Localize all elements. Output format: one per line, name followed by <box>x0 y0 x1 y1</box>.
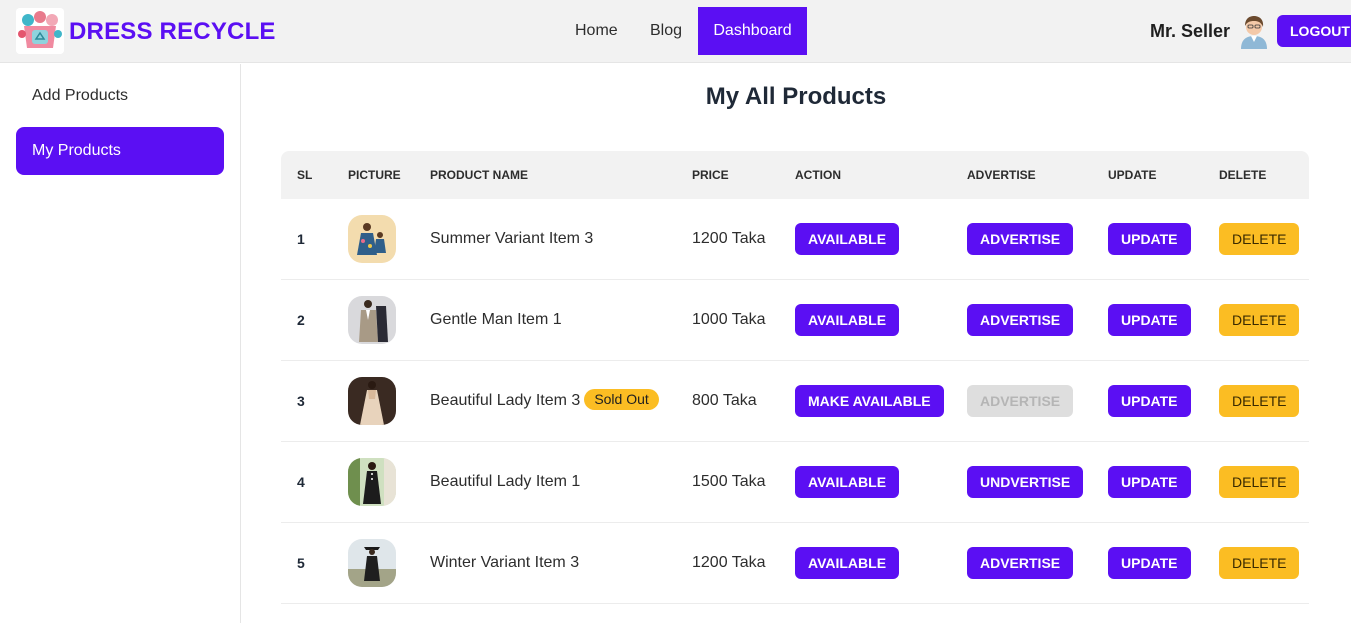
advertise-button[interactable]: ADVERTISE <box>967 547 1074 579</box>
product-name-text: Gentle Man Item 1 <box>430 311 562 328</box>
header-product-name: PRODUCT NAME <box>430 168 528 182</box>
make-available-button[interactable]: MAKE AVAILABLE <box>795 385 944 417</box>
sidebar-item-add-products[interactable]: Add Products <box>16 72 224 120</box>
product-price: 1500 Taka <box>692 473 766 490</box>
nav-blog-link[interactable]: Blog <box>634 7 698 55</box>
row-sl: 1 <box>297 231 305 247</box>
header-delete: DELETE <box>1219 168 1267 182</box>
sold-out-badge: Sold Out <box>584 389 659 411</box>
update-button[interactable]: UPDATE <box>1108 466 1191 498</box>
page-title: My All Products <box>705 83 887 110</box>
product-thumbnail <box>348 296 396 344</box>
advertise-button[interactable]: ADVERTISE <box>967 223 1074 255</box>
table-row: 3 Beautiful Lady Item 3 Sold Out 800 Taka… <box>281 361 1309 442</box>
update-button[interactable]: UPDATE <box>1108 385 1191 417</box>
delete-button[interactable]: DELETE <box>1219 547 1300 579</box>
delete-button[interactable]: DELETE <box>1219 223 1300 255</box>
user-name: Mr. Seller <box>1150 21 1231 41</box>
product-name-text: Beautiful Lady Item 1 <box>430 473 581 490</box>
delete-button[interactable]: DELETE <box>1219 385 1300 417</box>
update-button[interactable]: UPDATE <box>1108 304 1191 336</box>
product-name-text: Summer Variant Item 3 <box>430 230 594 247</box>
delete-button[interactable]: DELETE <box>1219 304 1300 336</box>
product-name: Winter Variant Item 3 <box>430 523 579 603</box>
table-row: 5 Winter Variant Item 3 1200 Taka AVAILA… <box>281 523 1309 604</box>
product-thumbnail <box>348 377 396 425</box>
header-picture: PICTURE <box>348 168 401 182</box>
brand-name[interactable]: DRESS RECYCLE <box>69 18 276 46</box>
product-price: 1200 Taka <box>692 554 766 571</box>
header-update: UPDATE <box>1108 168 1157 182</box>
product-thumbnail <box>348 458 396 506</box>
sidebar: Add Products My Products <box>0 64 241 623</box>
table-header: SL PICTURE PRODUCT NAME PRICE ACTION ADV… <box>281 151 1309 199</box>
product-name: Gentle Man Item 1 <box>430 280 562 360</box>
nav-dashboard-link[interactable]: Dashboard <box>698 7 807 55</box>
row-sl: 5 <box>297 555 305 571</box>
available-button[interactable]: AVAILABLE <box>795 304 900 336</box>
available-button[interactable]: AVAILABLE <box>795 223 900 255</box>
table-row: 4 Beautiful Lady Item 1 1500 Taka AVAILA… <box>281 442 1309 523</box>
header-price: PRICE <box>692 168 729 182</box>
available-button[interactable]: AVAILABLE <box>795 466 900 498</box>
table-row: 2 Gentle Man Item 1 1000 Taka AVAILABLE … <box>281 280 1309 361</box>
recycle-logo-icon[interactable] <box>16 8 64 54</box>
header-advertise: ADVERTISE <box>967 168 1036 182</box>
product-thumbnail <box>348 539 396 587</box>
product-name-text: Winter Variant Item 3 <box>430 554 580 571</box>
user-avatar-icon[interactable] <box>1237 13 1271 49</box>
row-sl: 4 <box>297 474 305 490</box>
available-button[interactable]: AVAILABLE <box>795 547 900 579</box>
advertise-button-disabled: ADVERTISE <box>967 385 1074 417</box>
product-name-text: Beautiful Lady Item 3 <box>430 392 581 409</box>
nav-home-link[interactable]: Home <box>559 7 634 55</box>
navbar: DRESS RECYCLE Home Blog Dashboard Mr. Se… <box>0 0 1351 63</box>
row-sl: 3 <box>297 393 305 409</box>
delete-button[interactable]: DELETE <box>1219 466 1300 498</box>
header-action: ACTION <box>795 168 841 182</box>
advertise-button[interactable]: ADVERTISE <box>967 304 1074 336</box>
sidebar-item-my-products[interactable]: My Products <box>16 127 224 175</box>
logout-button[interactable]: LOGOUT <box>1277 15 1351 47</box>
update-button[interactable]: UPDATE <box>1108 547 1191 579</box>
product-thumbnail <box>348 215 396 263</box>
unadvertise-button[interactable]: UNDVERTISE <box>967 466 1084 498</box>
table-row: 1 Summer Variant Item 3 1200 Taka AVAILA… <box>281 199 1309 280</box>
product-name: Beautiful Lady Item 3 Sold Out <box>430 361 659 441</box>
product-name: Beautiful Lady Item 1 <box>430 442 580 522</box>
update-button[interactable]: UPDATE <box>1108 223 1191 255</box>
product-price: 800 Taka <box>692 392 757 409</box>
row-sl: 2 <box>297 312 305 328</box>
product-thumbnail-partial <box>348 619 396 623</box>
header-sl: SL <box>297 168 313 182</box>
product-name: Summer Variant Item 3 <box>430 199 593 279</box>
product-price: 1200 Taka <box>692 230 766 247</box>
product-price: 1000 Taka <box>692 311 766 328</box>
